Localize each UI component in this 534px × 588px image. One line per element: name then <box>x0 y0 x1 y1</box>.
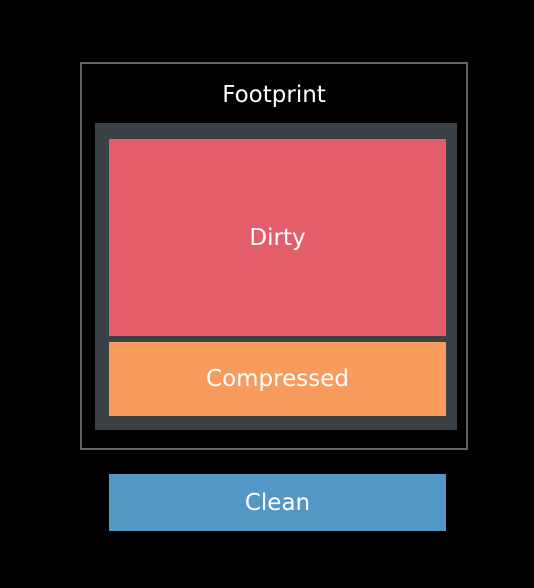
dirty-label: Dirty <box>249 224 306 251</box>
compressed-label: Compressed <box>206 366 349 392</box>
dirty-memory-block: Dirty <box>109 139 446 336</box>
footprint-title: Footprint <box>222 82 326 108</box>
clean-memory-block: Clean <box>109 474 446 531</box>
clean-label: Clean <box>244 489 311 516</box>
compressed-memory-block: Compressed <box>109 342 446 416</box>
